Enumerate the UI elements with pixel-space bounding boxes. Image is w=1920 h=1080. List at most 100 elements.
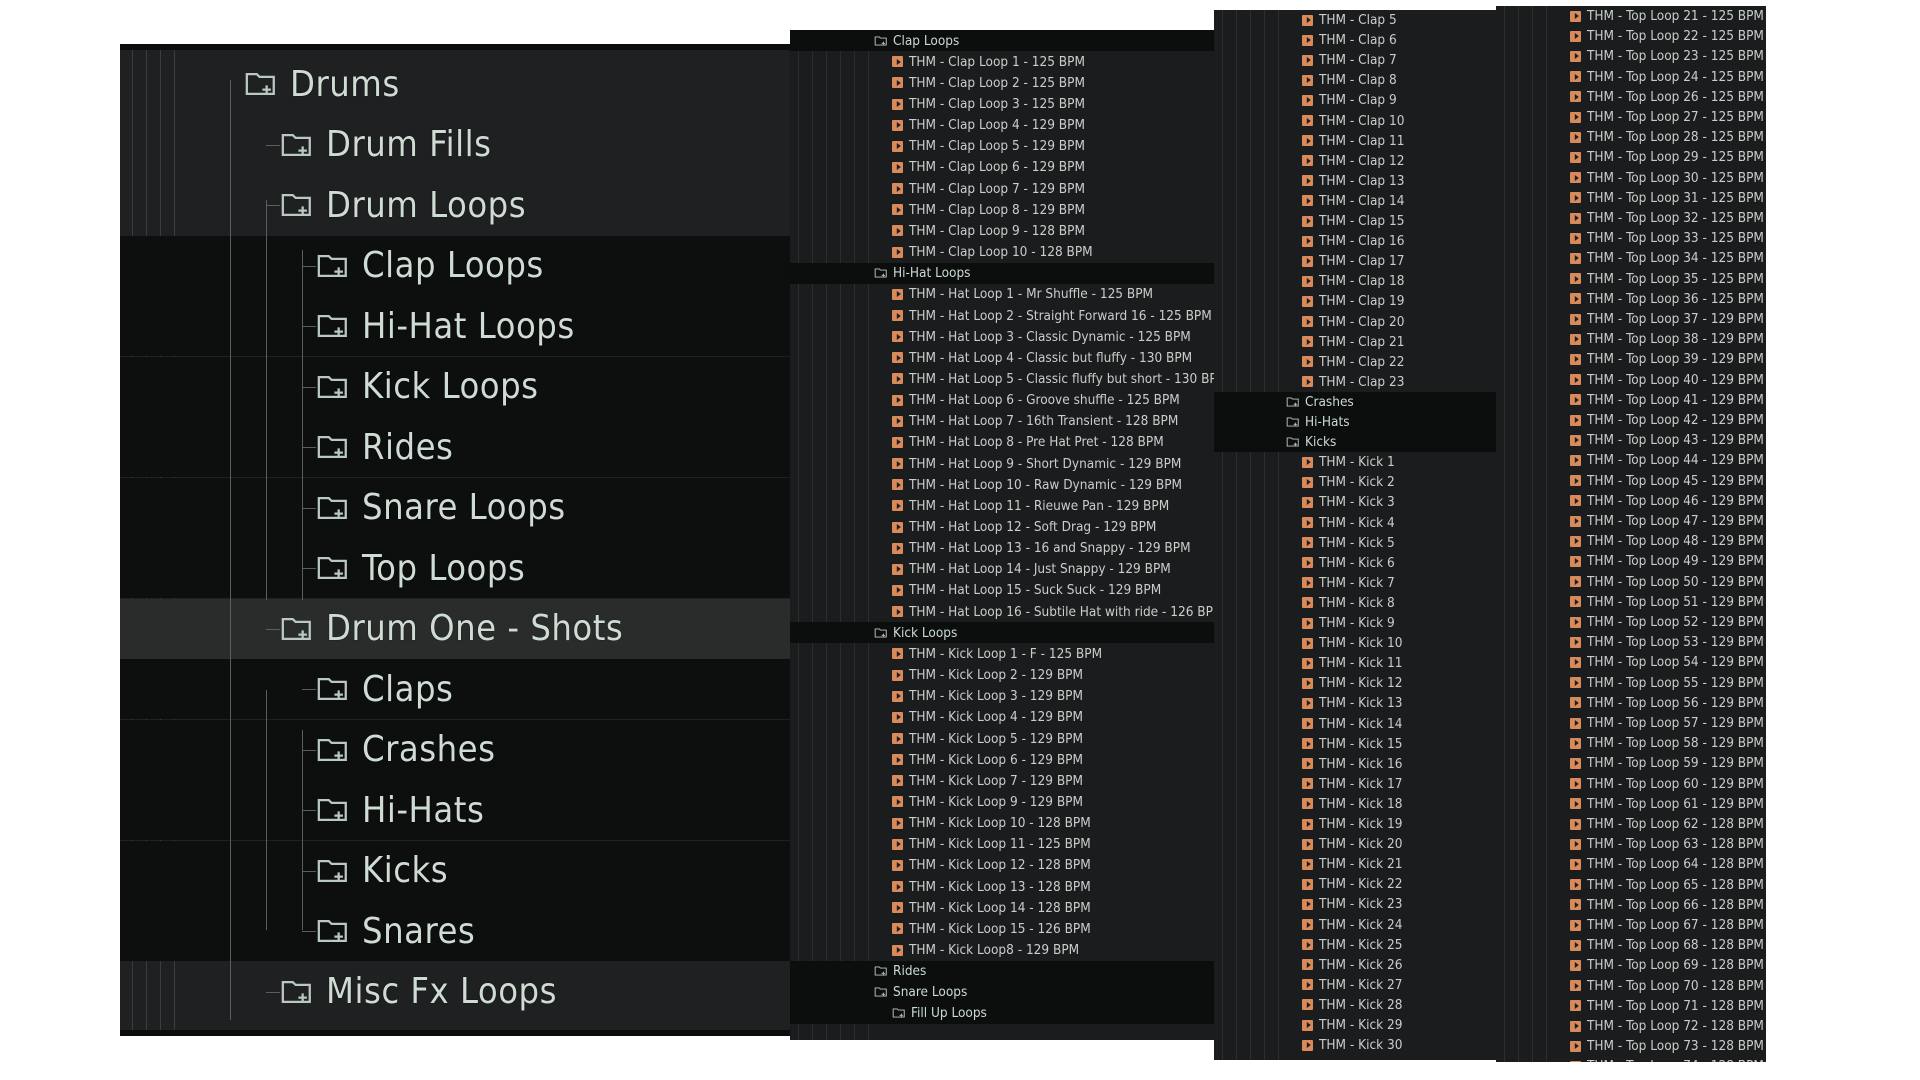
file-row[interactable]: THM - Top Loop 45 - 129 BPM — [1496, 471, 1766, 491]
file-row[interactable]: THM - Top Loop 36 - 125 BPM — [1496, 289, 1766, 309]
file-row[interactable]: THM - Top Loop 35 - 125 BPM — [1496, 269, 1766, 289]
file-row[interactable]: THM - Clap 23 — [1214, 372, 1496, 392]
file-row[interactable]: THM - Kick Loop 2 - 129 BPM — [790, 665, 1214, 686]
tree-folder-row[interactable]: Drum Fills — [120, 115, 790, 175]
file-row[interactable]: THM - Kick Loop 13 - 128 BPM — [790, 876, 1214, 897]
file-row[interactable]: THM - Kick 5 — [1214, 533, 1496, 553]
file-row[interactable]: THM - Clap 22 — [1214, 352, 1496, 372]
file-row[interactable]: THM - Top Loop 64 - 128 BPM — [1496, 854, 1766, 874]
file-row[interactable]: THM - Clap 12 — [1214, 151, 1496, 171]
file-row[interactable]: THM - Clap Loop 7 - 129 BPM — [790, 178, 1214, 199]
file-row[interactable]: THM - Top Loop 26 - 125 BPM — [1496, 87, 1766, 107]
file-row[interactable]: THM - Top Loop 47 - 129 BPM — [1496, 511, 1766, 531]
file-row[interactable]: THM - Kick Loop 9 - 129 BPM — [790, 791, 1214, 812]
file-row[interactable]: THM - Clap 14 — [1214, 191, 1496, 211]
file-row[interactable]: THM - Clap 7 — [1214, 50, 1496, 70]
file-row[interactable]: THM - Hat Loop 3 - Classic Dynamic - 125… — [790, 326, 1214, 347]
file-row[interactable]: THM - Top Loop 50 - 129 BPM — [1496, 572, 1766, 592]
file-row[interactable]: THM - Kick 8 — [1214, 593, 1496, 613]
file-row[interactable]: THM - Top Loop 74 - 128 BPM — [1496, 1056, 1766, 1062]
file-row[interactable]: THM - Kick 18 — [1214, 794, 1496, 814]
file-row[interactable]: THM - Kick 9 — [1214, 613, 1496, 633]
file-row[interactable]: THM - Kick 11 — [1214, 653, 1496, 673]
file-row[interactable]: THM - Clap Loop 9 - 128 BPM — [790, 220, 1214, 241]
file-row[interactable]: THM - Clap 10 — [1214, 111, 1496, 131]
tree-folder-row[interactable]: Hi-Hat Loops — [120, 296, 790, 356]
file-row[interactable]: THM - Top Loop 29 - 125 BPM — [1496, 147, 1766, 167]
file-row[interactable]: THM - Clap 5 — [1214, 10, 1496, 30]
file-row[interactable]: THM - Kick 24 — [1214, 915, 1496, 935]
file-row[interactable]: THM - Top Loop 58 - 129 BPM — [1496, 733, 1766, 753]
file-row[interactable]: THM - Kick Loop 14 - 128 BPM — [790, 897, 1214, 918]
file-row[interactable]: THM - Top Loop 53 - 129 BPM — [1496, 632, 1766, 652]
file-row[interactable]: THM - Top Loop 41 - 129 BPM — [1496, 390, 1766, 410]
folder-row[interactable]: Hi-Hat Loops — [790, 262, 1214, 284]
file-row[interactable]: THM - Kick 16 — [1214, 754, 1496, 774]
file-row[interactable]: THM - Kick 17 — [1214, 774, 1496, 794]
file-row[interactable]: THM - Kick 2 — [1214, 472, 1496, 492]
tree-folder-row[interactable]: Hi-Hats — [120, 780, 790, 840]
file-row[interactable]: THM - Kick 6 — [1214, 553, 1496, 573]
file-row[interactable]: THM - Top Loop 34 - 125 BPM — [1496, 248, 1766, 268]
file-row[interactable]: THM - Kick 14 — [1214, 714, 1496, 734]
file-row[interactable]: THM - Top Loop 38 - 129 BPM — [1496, 329, 1766, 349]
file-row[interactable]: THM - Top Loop 39 - 129 BPM — [1496, 349, 1766, 369]
tree-folder-row[interactable]: Top Loops — [120, 538, 790, 598]
file-row[interactable]: THM - Hat Loop 2 - Straight Forward 16 -… — [790, 305, 1214, 326]
file-row[interactable]: THM - Kick 12 — [1214, 673, 1496, 693]
file-row[interactable]: THM - Kick 29 — [1214, 1015, 1496, 1035]
tree-folder-row[interactable]: Claps — [120, 659, 790, 719]
file-row[interactable]: THM - Kick 4 — [1214, 513, 1496, 533]
file-row[interactable]: THM - Clap Loop 3 - 125 BPM — [790, 93, 1214, 114]
file-row[interactable]: THM - Top Loop 73 - 128 BPM — [1496, 1036, 1766, 1056]
tree-folder-row[interactable]: Snares — [120, 901, 790, 961]
tree-folder-row[interactable]: Drums — [120, 54, 790, 114]
file-row[interactable]: THM - Kick 25 — [1214, 935, 1496, 955]
folder-row[interactable]: Kick Loops — [790, 622, 1214, 644]
file-row[interactable]: THM - Hat Loop 10 - Raw Dynamic - 129 BP… — [790, 474, 1214, 495]
file-row[interactable]: THM - Hat Loop 11 - Rieuwe Pan - 129 BPM — [790, 495, 1214, 516]
tree-folder-row[interactable]: Drum Loops — [120, 175, 790, 235]
file-row[interactable]: THM - Kick 10 — [1214, 633, 1496, 653]
file-row[interactable]: THM - Top Loop 44 - 129 BPM — [1496, 450, 1766, 470]
file-row[interactable]: THM - Top Loop 54 - 129 BPM — [1496, 652, 1766, 672]
tree-folder-row[interactable]: Crashes — [120, 719, 790, 780]
file-row[interactable]: THM - Kick Loop 3 - 129 BPM — [790, 686, 1214, 707]
file-row[interactable]: THM - Top Loop 23 - 125 BPM — [1496, 46, 1766, 66]
tree-folder-row[interactable]: Drum One - Shots — [120, 598, 790, 659]
file-row[interactable]: THM - Hat Loop 12 - Soft Drag - 129 BPM — [790, 516, 1214, 537]
file-row[interactable]: THM - Kick Loop 4 - 129 BPM — [790, 707, 1214, 728]
file-row[interactable]: THM - Kick Loop 6 - 129 BPM — [790, 749, 1214, 770]
file-row[interactable]: THM - Kick 13 — [1214, 693, 1496, 713]
file-row[interactable]: THM - Top Loop 51 - 129 BPM — [1496, 592, 1766, 612]
file-row[interactable]: THM - Top Loop 48 - 129 BPM — [1496, 531, 1766, 551]
file-row[interactable]: THM - Top Loop 66 - 128 BPM — [1496, 895, 1766, 915]
file-row[interactable]: THM - Hat Loop 14 - Just Snappy - 129 BP… — [790, 559, 1214, 580]
file-row[interactable]: THM - Top Loop 56 - 129 BPM — [1496, 693, 1766, 713]
file-row[interactable]: THM - Kick 7 — [1214, 573, 1496, 593]
file-row[interactable]: THM - Kick Loop 12 - 128 BPM — [790, 855, 1214, 876]
file-row[interactable]: THM - Top Loop 27 - 125 BPM — [1496, 107, 1766, 127]
folder-row[interactable]: Fill Up Loops — [790, 1002, 1214, 1025]
file-row[interactable]: THM - Clap 20 — [1214, 312, 1496, 332]
tree-folder-row[interactable]: Clap Loops — [120, 235, 790, 296]
file-row[interactable]: THM - Kick Loop 7 - 129 BPM — [790, 770, 1214, 791]
file-row[interactable]: THM - Hat Loop 4 - Classic but fluffy - … — [790, 347, 1214, 368]
tree-folder-row[interactable]: Kicks — [120, 840, 790, 901]
file-row[interactable]: THM - Clap 18 — [1214, 271, 1496, 291]
file-row[interactable]: THM - Kick Loop 11 - 125 BPM — [790, 834, 1214, 855]
file-row[interactable]: THM - Kick 28 — [1214, 995, 1496, 1015]
file-row[interactable]: THM - Top Loop 62 - 128 BPM — [1496, 814, 1766, 834]
file-row[interactable]: THM - Kick Loop 5 - 129 BPM — [790, 728, 1214, 749]
file-row[interactable]: THM - Top Loop 46 - 129 BPM — [1496, 491, 1766, 511]
file-row[interactable]: THM - Kick 1 — [1214, 452, 1496, 472]
file-row[interactable]: THM - Top Loop 33 - 125 BPM — [1496, 228, 1766, 248]
tree-folder-row[interactable]: Kick Loops — [120, 356, 790, 417]
file-row[interactable]: THM - Kick 19 — [1214, 814, 1496, 834]
file-row[interactable]: THM - Kick 3 — [1214, 492, 1496, 512]
file-row[interactable]: THM - Top Loop 63 - 128 BPM — [1496, 834, 1766, 854]
file-row[interactable]: THM - Top Loop 70 - 128 BPM — [1496, 976, 1766, 996]
file-row[interactable]: THM - Top Loop 71 - 128 BPM — [1496, 996, 1766, 1016]
file-row[interactable]: THM - Clap Loop 8 - 129 BPM — [790, 199, 1214, 220]
file-row[interactable]: THM - Clap 13 — [1214, 171, 1496, 191]
